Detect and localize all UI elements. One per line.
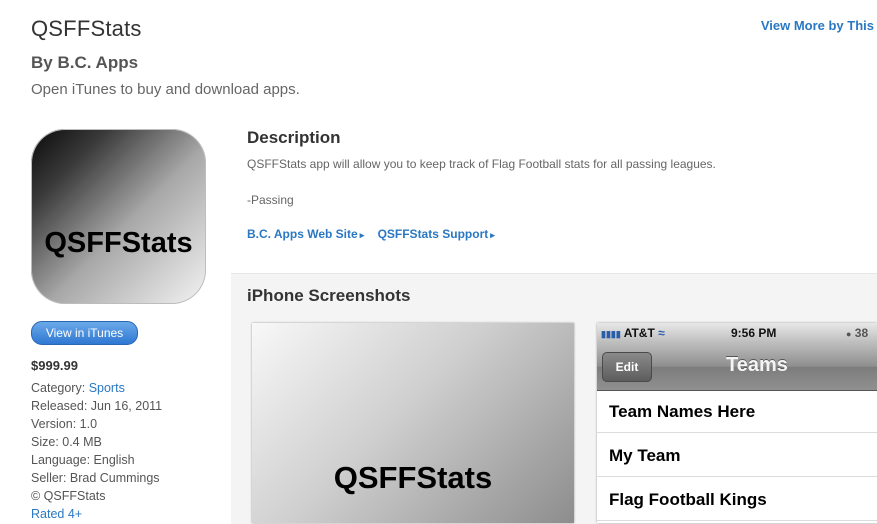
size-info: Size: 0.4 MB <box>31 435 102 449</box>
chevron-right-icon: ▸ <box>359 230 365 240</box>
language-info: Language: English <box>31 453 135 467</box>
website-link[interactable]: B.C. Apps Web Site ▸ <box>247 227 364 241</box>
carrier-label: AT&T <box>623 326 655 340</box>
status-time: 9:56 PM <box>731 326 777 340</box>
phone-status-bar: ▮▮▮▮ AT&T ≈ 9:56 PM ● 38 <box>597 323 877 343</box>
app-info-list: Category: Sports Released: Jun 16, 2011 … <box>31 379 162 523</box>
rating-link[interactable]: Rated 4+ <box>31 505 162 523</box>
description-heading: Description <box>247 128 341 147</box>
developer-name: By B.C. Apps <box>31 53 139 72</box>
released-date: Released: Jun 16, 2011 <box>31 399 163 413</box>
signal-icon: ▮▮▮▮ <box>601 329 621 339</box>
seller-info: Seller: Brad Cummings <box>31 471 160 485</box>
view-in-itunes-button[interactable]: View in iTunes <box>31 321 138 345</box>
team-row[interactable]: Flag Football Kings <box>597 478 877 521</box>
team-row[interactable]: Team Names Here <box>597 390 877 433</box>
copyright-info: © QSFFStats <box>31 489 106 503</box>
screenshot-1[interactable]: QSFFStats <box>252 323 574 523</box>
category-label: Category: <box>31 381 86 395</box>
developer-links: B.C. Apps Web Site ▸ QSFFStats Support ▸ <box>247 227 495 241</box>
category-link[interactable]: Sports <box>89 381 125 395</box>
version-info: Version: 1.0 <box>31 417 98 431</box>
app-price: $999.99 <box>31 358 78 373</box>
description-text: QSFFStats app will allow you to keep tra… <box>247 157 716 171</box>
app-title: QSFFStats <box>31 16 142 41</box>
app-icon: QSFFStats <box>31 129 206 304</box>
description-passing: -Passing <box>247 193 294 207</box>
support-link[interactable]: QSFFStats Support ▸ <box>378 227 495 241</box>
phone-nav-bar: Edit Teams <box>597 343 877 391</box>
screenshot-logo-text: QSFFStats <box>333 460 493 495</box>
battery-status: ● 38 <box>846 326 868 340</box>
open-itunes-text: Open iTunes to buy and download apps. <box>31 81 300 98</box>
team-row[interactable]: My Team <box>597 434 877 477</box>
battery-label: 38 <box>854 326 869 340</box>
carrier-status: ▮▮▮▮ AT&T ≈ <box>601 326 665 340</box>
screenshot-2[interactable]: ▮▮▮▮ AT&T ≈ 9:56 PM ● 38 Edit Teams Team… <box>597 323 877 523</box>
category-row: Category: Sports <box>31 379 162 397</box>
lock-icon: ● <box>846 329 852 339</box>
app-icon-text: QSFFStats <box>44 227 193 259</box>
nav-title: Teams <box>726 354 788 376</box>
chevron-right-icon: ▸ <box>490 230 495 240</box>
wifi-icon: ≈ <box>658 326 665 340</box>
view-more-link[interactable]: View More by This D <box>761 18 877 33</box>
screenshots-heading: iPhone Screenshots <box>247 286 411 305</box>
